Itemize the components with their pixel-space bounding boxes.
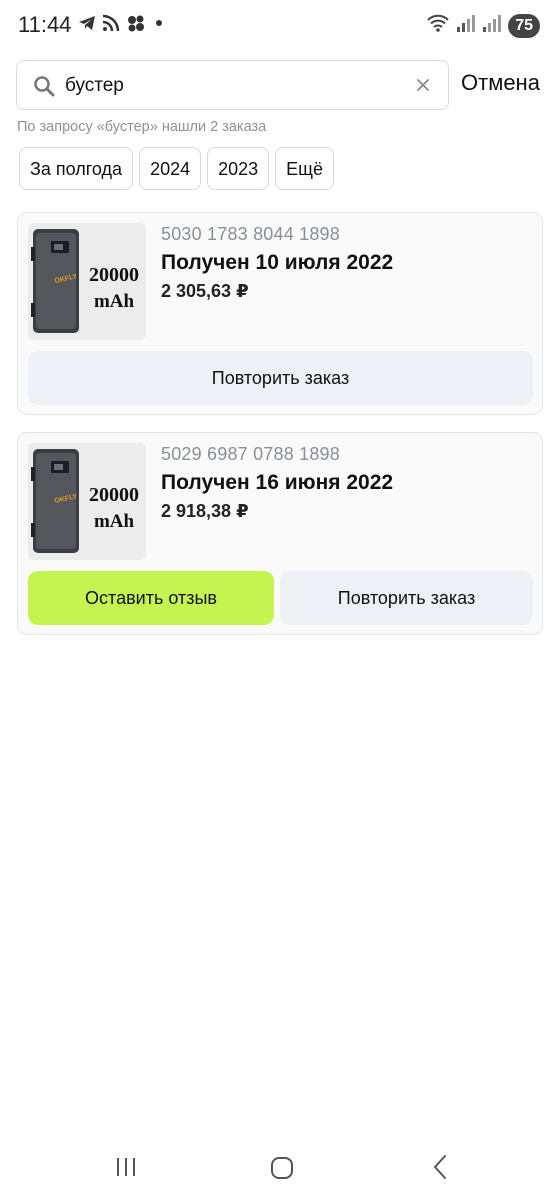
filter-chip-2023[interactable]: 2023 [207, 147, 270, 190]
status-time: 11:44 [18, 12, 72, 37]
capacity-label: 20000 [89, 484, 139, 506]
home-icon[interactable] [270, 1156, 294, 1185]
clear-icon[interactable] [412, 74, 434, 96]
leave-review-button[interactable]: Оставить отзыв [28, 571, 274, 625]
order-price: 2 918,38 ₽ [161, 501, 249, 521]
capacity-label: 20000 [89, 264, 139, 286]
signal-icon [482, 13, 502, 38]
battery-indicator: 75 [508, 13, 540, 38]
recent-apps-icon[interactable] [115, 1156, 137, 1183]
order-status: Получен 16 июня 2022 [161, 471, 394, 494]
search-box[interactable] [16, 60, 449, 111]
order-card[interactable]: OKFLY 20000 mAh 5029 6987 0788 1898 Полу… [17, 432, 543, 635]
status-bar: 11:44 75 [0, 0, 560, 50]
filter-chip-2024[interactable]: 2024 [139, 147, 202, 190]
filter-chips: За полгода 2024 2023 Ещё [19, 147, 334, 190]
dot-icon [150, 14, 168, 34]
search-icon [33, 75, 55, 97]
order-status: Получен 10 июля 2022 [161, 251, 394, 274]
order-number: 5030 1783 8044 1898 [161, 224, 340, 244]
order-price: 2 305,63 ₽ [161, 281, 249, 301]
capacity-unit-label: mAh [94, 291, 135, 312]
product-image[interactable]: OKFLY 20000 mAh [28, 443, 146, 560]
order-number: 5029 6987 0788 1898 [161, 444, 340, 464]
system-nav-bar [0, 1140, 560, 1200]
filter-chip-half-year[interactable]: За полгода [19, 147, 134, 190]
app-cluster-icon [126, 14, 144, 34]
status-left-icons [78, 14, 168, 34]
cancel-button[interactable]: Отмена [461, 70, 540, 96]
repeat-order-button[interactable]: Повторить заказ [280, 571, 533, 625]
signal-icon [456, 13, 476, 38]
status-right-icons: 75 [426, 13, 540, 38]
search-row: Отмена [16, 60, 546, 111]
telegram-icon [78, 14, 96, 34]
wifi-icon [426, 13, 450, 38]
search-input[interactable] [65, 61, 405, 111]
rss-icon [102, 14, 120, 34]
capacity-unit-label: mAh [94, 511, 135, 532]
repeat-order-button[interactable]: Повторить заказ [28, 351, 533, 405]
result-count: По запросу «бустер» нашли 2 заказа [17, 119, 267, 135]
filter-chip-more[interactable]: Ещё [275, 147, 334, 190]
back-icon[interactable] [430, 1154, 450, 1185]
product-image[interactable]: OKFLY 20000 mAh [28, 223, 146, 340]
order-card[interactable]: OKFLY 20000 mAh 5030 1783 8044 1898 Полу… [17, 212, 543, 415]
